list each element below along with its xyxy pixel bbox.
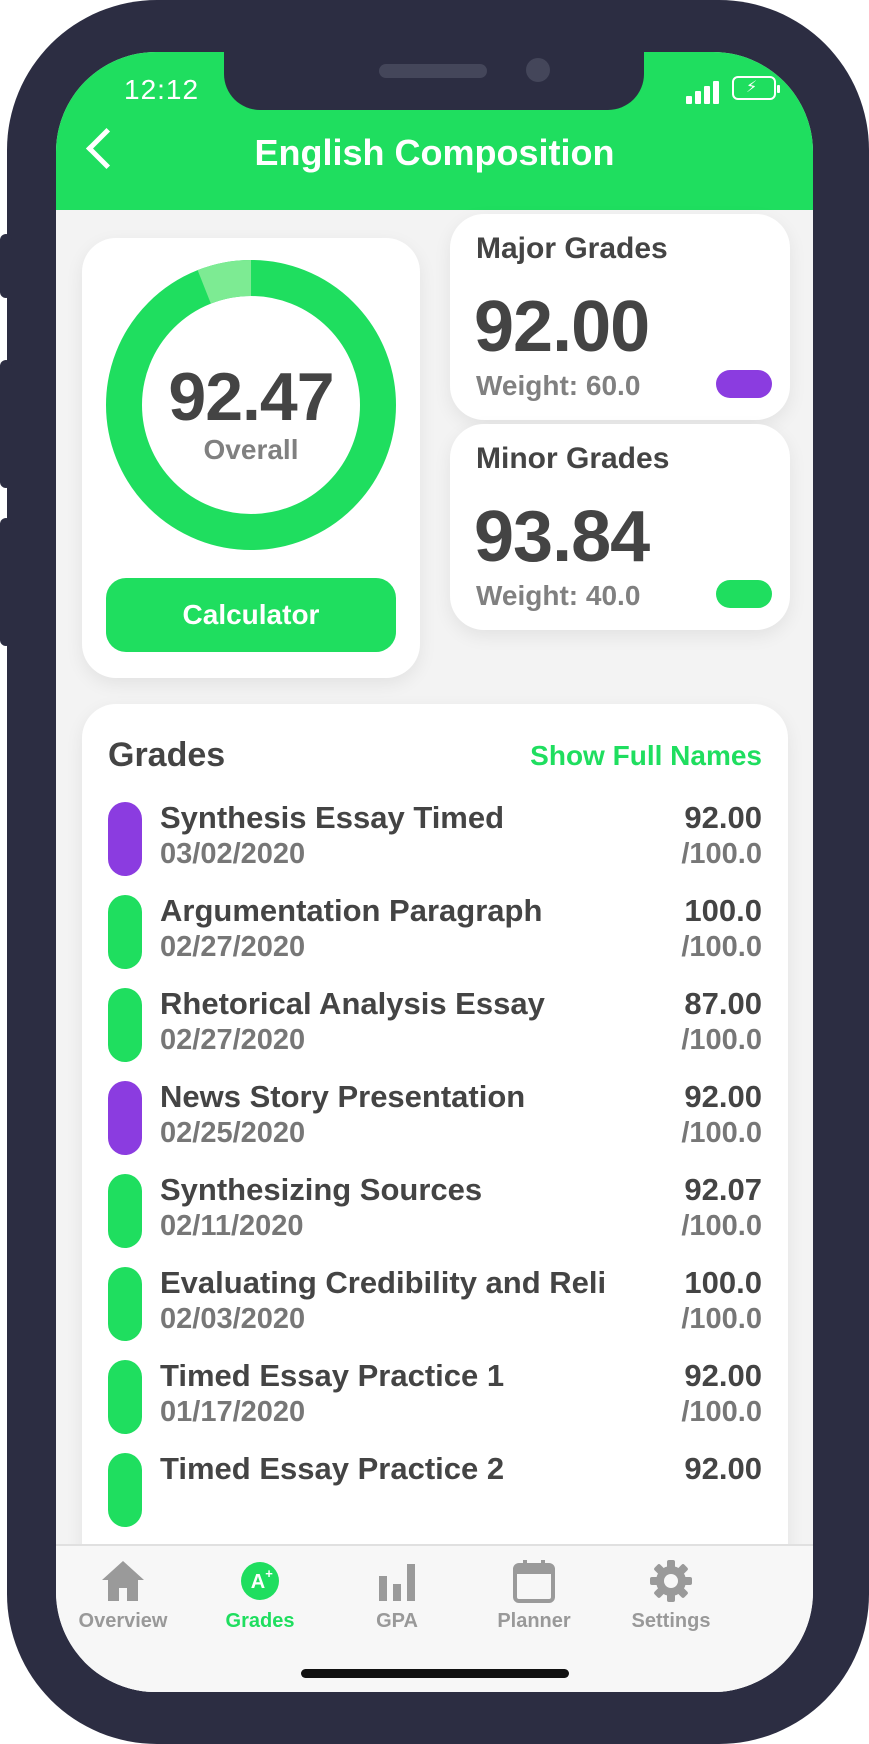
major-grades-card[interactable]: Major Grades 92.00 Weight: 60.0 [450, 214, 790, 420]
grade-score: 92.07 [684, 1172, 762, 1207]
grade-row[interactable]: Evaluating Credibility and Reli 02/03/202… [82, 1263, 788, 1347]
grade-date: 01/17/2020 [160, 1396, 306, 1428]
grade-name: Rhetorical Analysis Essay [160, 986, 545, 1021]
tab-settings[interactable]: Settings [596, 1554, 746, 1634]
grade-total: /100.0 [681, 1396, 762, 1428]
grade-type-indicator [108, 1267, 142, 1341]
grade-date: 02/11/2020 [160, 1210, 304, 1242]
major-grades-title: Major Grades [476, 232, 668, 265]
grade-score: 100.0 [684, 1265, 762, 1300]
grade-type-indicator [108, 1081, 142, 1155]
grade-type-indicator [108, 1453, 142, 1527]
overall-card: 92.47 Overall Calculator [82, 238, 420, 678]
grade-score: 92.00 [684, 1358, 762, 1393]
grade-total: /100.0 [681, 1303, 762, 1335]
notch [224, 52, 644, 110]
grade-total: /100.0 [681, 931, 762, 963]
tab-label: Planner [497, 1610, 571, 1632]
tab-grades[interactable]: A + Grades [185, 1554, 335, 1634]
grade-name: Synthesis Essay Timed [160, 800, 505, 835]
front-camera [526, 58, 550, 82]
app-screen: 12:12 ⚡ English Composition 92.47 Overal… [56, 52, 813, 1692]
overall-label: Overall [203, 434, 299, 465]
gear-icon [650, 1560, 692, 1602]
grade-score: 87.00 [684, 986, 762, 1021]
status-time: 12:12 [124, 74, 200, 105]
tab-label: Overview [78, 1610, 168, 1632]
grade-name: Argumentation Paragraph [160, 893, 543, 928]
signal-icon [686, 78, 726, 104]
power-button [857, 402, 869, 600]
grade-date: 02/27/2020 [160, 931, 306, 963]
grade-date: 02/03/2020 [160, 1303, 306, 1335]
battery-icon: ⚡ [732, 76, 780, 100]
grade-type-indicator [108, 988, 142, 1062]
tab-gpa[interactable]: GPA [322, 1554, 472, 1634]
tab-planner[interactable]: Planner [459, 1554, 609, 1634]
overall-ring: 92.47 Overall [106, 260, 396, 550]
page-title: English Composition [254, 132, 615, 173]
mute-switch [0, 234, 12, 298]
grade-date: 02/27/2020 [160, 1024, 306, 1056]
grade-total: /100.0 [681, 1117, 762, 1149]
tab-overview[interactable]: Overview [56, 1554, 198, 1634]
grade-row[interactable]: Timed Essay Practice 2 92.00 [82, 1449, 788, 1533]
grade-score: 92.00 [684, 1451, 762, 1486]
grade-name: Evaluating Credibility and Reli [160, 1265, 607, 1300]
minor-grades-weight: Weight: 40.0 [476, 580, 641, 611]
grade-date: 02/25/2020 [160, 1117, 306, 1149]
calculator-button[interactable]: Calculator [106, 578, 396, 652]
tab-label: Grades [225, 1610, 295, 1632]
grade-row[interactable]: Timed Essay Practice 1 01/17/2020 92.00/10… [82, 1356, 788, 1440]
minor-color-indicator [716, 580, 772, 608]
bar-chart-icon [379, 1564, 415, 1601]
grade-date: 03/02/2020 [160, 838, 306, 870]
speaker-grille [379, 64, 487, 78]
volume-up-button [0, 360, 12, 488]
grade-row[interactable]: Rhetorical Analysis Essay 02/27/2020 87.00… [82, 984, 788, 1068]
minor-grades-value: 93.84 [474, 497, 650, 577]
grade-type-indicator [108, 802, 142, 876]
grade-type-indicator [108, 1360, 142, 1434]
grade-row[interactable]: News Story Presentation 02/25/2020 92.00/1… [82, 1077, 788, 1161]
overall-grade-value: 92.47 [168, 359, 334, 435]
grade-total: /100.0 [681, 1210, 762, 1242]
grade-name: News Story Presentation [160, 1079, 526, 1114]
minor-grades-card[interactable]: Minor Grades 93.84 Weight: 40.0 [450, 424, 790, 630]
grades-heading: Grades [108, 736, 226, 774]
calendar-icon [513, 1560, 555, 1603]
grade-total: /100.0 [681, 1024, 762, 1056]
grade-row[interactable]: Synthesis Essay Timed 03/02/2020 92.00/100… [82, 798, 788, 882]
show-full-names-link[interactable]: Show Full Names [530, 740, 762, 772]
grade-score: 92.00 [684, 1079, 762, 1114]
minor-grades-title: Minor Grades [476, 442, 670, 475]
grade-score: 92.00 [684, 800, 762, 835]
major-grades-value: 92.00 [474, 287, 650, 367]
major-color-indicator [716, 370, 772, 398]
tab-bar: Overview A + Grades GPA Planner Settings [56, 1544, 813, 1692]
svg-text:A: A [251, 1571, 265, 1593]
grade-total: /100.0 [681, 838, 762, 870]
grade-type-indicator [108, 1174, 142, 1248]
grade-type-indicator [108, 895, 142, 969]
grade-row[interactable]: Argumentation Paragraph 02/27/2020 100.0/1… [82, 891, 788, 975]
grade-score: 100.0 [684, 893, 762, 928]
grade-name: Timed Essay Practice 1 [160, 1358, 505, 1393]
tab-label: GPA [376, 1610, 418, 1632]
major-grades-weight: Weight: 60.0 [476, 370, 641, 401]
tab-label: Settings [631, 1610, 711, 1632]
home-indicator[interactable] [301, 1669, 569, 1678]
grade-name: Synthesizing Sources [160, 1172, 483, 1207]
grade-badge-icon: A + [241, 1562, 279, 1600]
volume-down-button [0, 518, 12, 646]
grade-row[interactable]: Synthesizing Sources 02/11/2020 92.07/100.… [82, 1170, 788, 1254]
grade-name: Timed Essay Practice 2 [160, 1451, 505, 1486]
home-icon [102, 1561, 144, 1601]
svg-text:+: + [265, 1566, 273, 1581]
